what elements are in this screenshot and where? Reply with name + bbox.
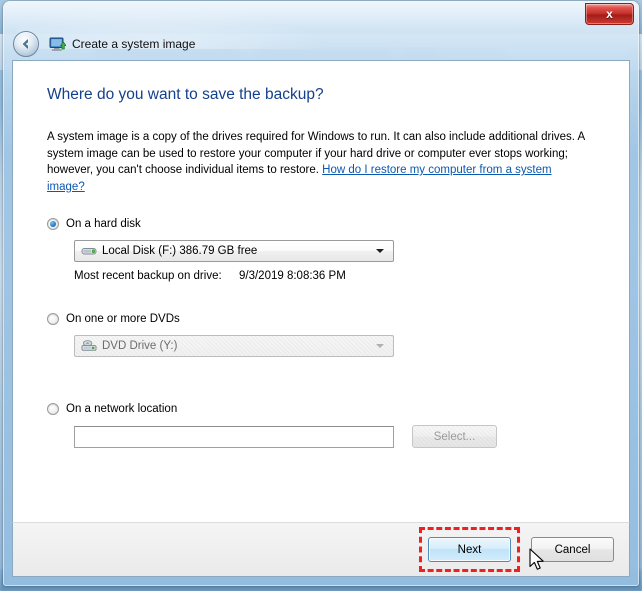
window-title: Create a system image [72,37,196,51]
radio-on-a-network-location[interactable]: On a network location [47,401,497,417]
next-button-container: Next [419,527,520,572]
radio-network-indicator[interactable] [47,403,59,415]
description-text: A system image is a copy of the drives r… [47,129,591,195]
most-recent-backup-value: 9/3/2019 8:08:36 PM [239,270,346,282]
radio-hard-disk-label: On a hard disk [66,218,141,230]
network-location-row: Select... [74,425,497,448]
most-recent-backup-row: Most recent backup on drive: 9/3/2019 8:… [74,270,394,282]
dialog-footer: Next Cancel [12,522,630,577]
radio-network-label: On a network location [66,403,178,415]
chevron-down-icon [376,249,384,253]
system-image-icon [49,36,67,53]
dvd-drive-dropdown-value: DVD Drive (Y:) [102,340,178,352]
option-group-dvd: On one or more DVDs DVD Drive (Y:) [47,311,394,357]
page-title: Where do you want to save the backup? [47,86,324,103]
dvd-drive-icon [81,339,97,353]
next-button[interactable]: Next [428,537,511,562]
radio-on-a-hard-disk[interactable]: On a hard disk [47,216,394,232]
create-system-image-dialog: x Create a system image Where do you wan… [3,1,639,586]
back-button[interactable] [13,31,39,57]
close-button[interactable]: x [585,3,634,25]
radio-dvd-label: On one or more DVDs [66,313,180,325]
radio-hard-disk-indicator[interactable] [47,218,59,230]
dvd-drive-dropdown: DVD Drive (Y:) [74,335,394,357]
radio-dvd-indicator[interactable] [47,313,59,325]
back-arrow-icon [22,39,28,49]
titlebar: Create a system image [3,29,639,59]
dialog-content: Where do you want to save the backup? A … [12,60,630,522]
most-recent-backup-label: Most recent backup on drive: [74,270,222,282]
option-group-hard-disk: On a hard disk Local Disk (F:) 386.79 GB… [47,216,394,282]
cancel-button[interactable]: Cancel [531,537,614,562]
hard-disk-dropdown-value: Local Disk (F:) 386.79 GB free [102,245,258,257]
radio-on-one-or-more-dvds[interactable]: On one or more DVDs [47,311,394,327]
hard-disk-icon [81,244,97,258]
chevron-down-icon-disabled [376,344,384,348]
hard-disk-dropdown[interactable]: Local Disk (F:) 386.79 GB free [74,240,394,262]
option-group-network: On a network location Select... [47,401,497,448]
select-button[interactable]: Select... [412,425,497,448]
network-location-input[interactable] [74,425,394,448]
close-icon: x [606,7,613,21]
